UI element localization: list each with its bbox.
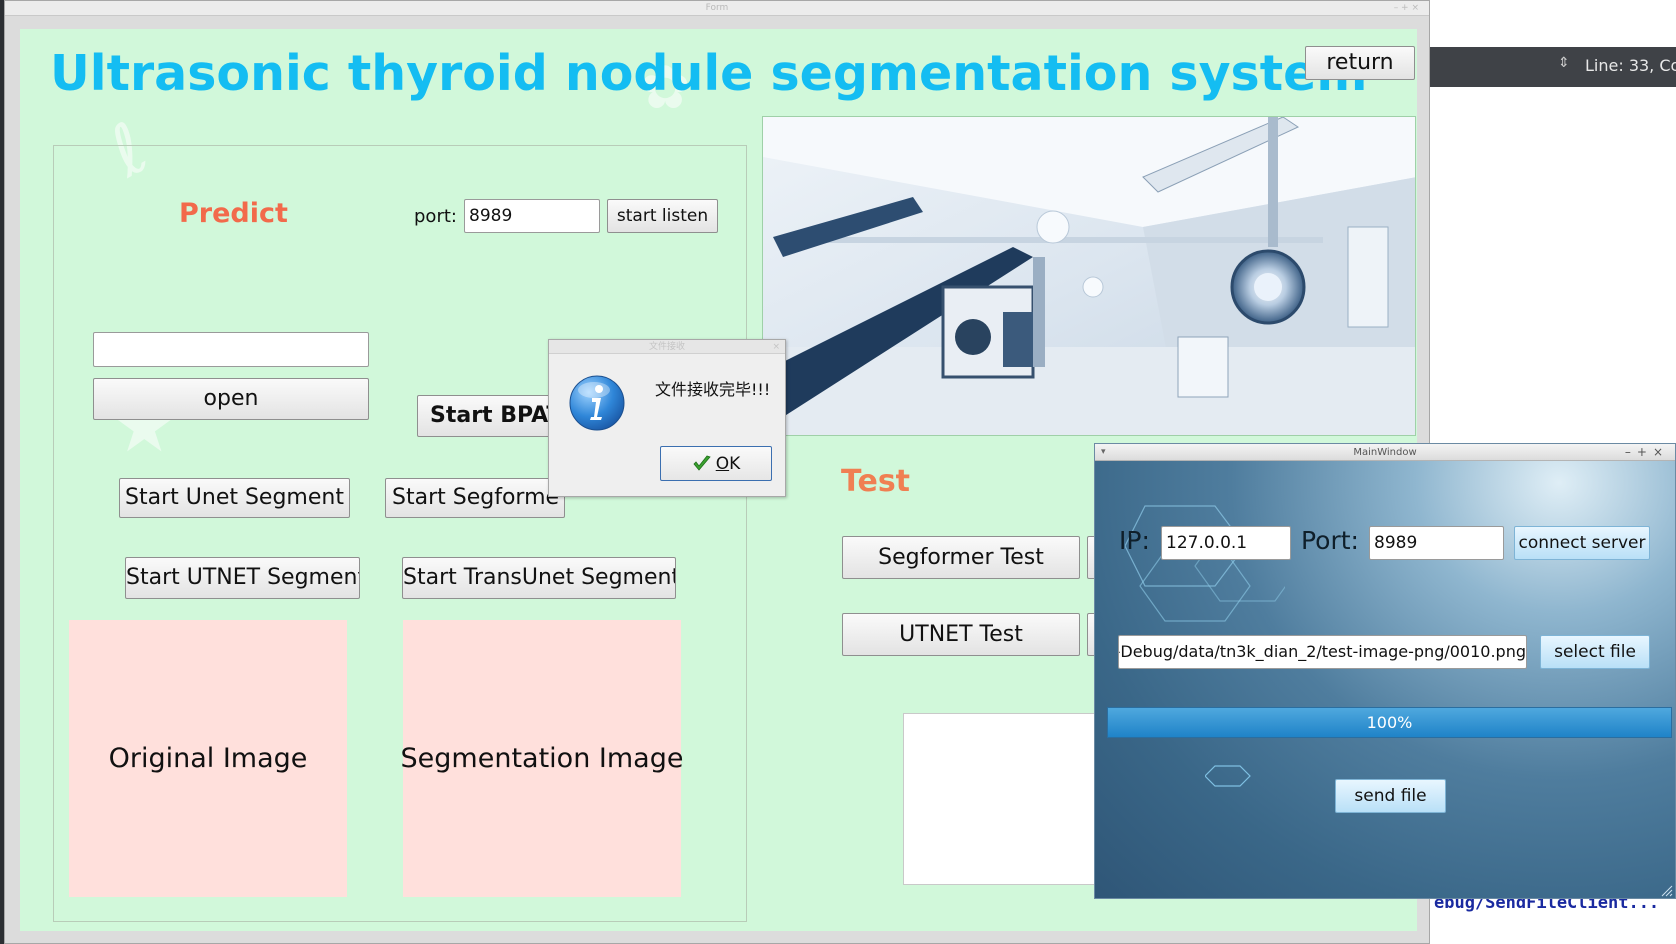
segmentation-image-label: Segmentation Image bbox=[400, 743, 684, 774]
ok-label-rest: K bbox=[729, 453, 741, 474]
open-button[interactable]: open bbox=[93, 378, 369, 420]
window-controls[interactable]: –+× bbox=[1625, 444, 1669, 461]
app-title: Ultrasonic thyroid nodule segmentation s… bbox=[50, 45, 1368, 102]
window-controls[interactable]: – + × bbox=[1394, 1, 1419, 16]
port-label: Port: bbox=[1301, 526, 1359, 555]
window-menu-icon[interactable]: ▾ bbox=[1101, 444, 1106, 461]
progress-text: 100% bbox=[1366, 713, 1413, 732]
test-image-area bbox=[903, 713, 1103, 885]
original-image-placeholder: Original Image bbox=[69, 620, 347, 897]
start-transunet-segment-button[interactable]: Start TransUnet Segment bbox=[402, 557, 676, 599]
port-input[interactable]: 8989 bbox=[464, 199, 600, 233]
return-button[interactable]: return bbox=[1305, 46, 1415, 80]
port-input[interactable]: 8989 bbox=[1369, 526, 1504, 560]
line-column-indicator: Line: 33, Co bbox=[1585, 56, 1676, 75]
info-icon bbox=[568, 374, 626, 432]
predict-panel: Predict port: 8989 start listen open Sta… bbox=[53, 145, 747, 922]
test-heading: Test bbox=[841, 464, 911, 499]
file-path-input[interactable] bbox=[93, 332, 369, 367]
ok-button[interactable]: OK bbox=[660, 446, 772, 481]
file-path-text: -Debug/data/tn3k_dian_2/test-image-png/0… bbox=[1118, 642, 1526, 661]
client-window-title: MainWindow bbox=[1353, 447, 1417, 458]
start-listen-button[interactable]: start listen bbox=[607, 199, 718, 233]
close-icon[interactable]: × bbox=[772, 340, 780, 354]
message-dialog: 文件接收 × 文件接收完毕!!! OK bbox=[548, 339, 786, 497]
form-titlebar: Form – + × bbox=[5, 1, 1429, 16]
start-unet-segment-button[interactable]: Start Unet Segment bbox=[119, 478, 350, 518]
send-file-button[interactable]: send file bbox=[1335, 779, 1446, 813]
message-text: 文件接收完毕!!! bbox=[655, 380, 771, 399]
resize-grip-icon[interactable] bbox=[1659, 883, 1673, 897]
client-body: IP: 127.0.0.1 Port: 8989 connect server … bbox=[1095, 461, 1675, 898]
segmentation-image-placeholder: Segmentation Image bbox=[400, 620, 684, 897]
checkmark-icon bbox=[693, 455, 711, 471]
ip-input[interactable]: 127.0.0.1 bbox=[1161, 526, 1291, 560]
message-titlebar: 文件接收 × bbox=[549, 340, 785, 354]
segformer-test-button[interactable]: Segformer Test bbox=[842, 536, 1080, 579]
utnet-test-button[interactable]: UTNET Test bbox=[842, 613, 1080, 656]
ok-mnemonic: O bbox=[715, 453, 730, 474]
editor-status-toolbar: ⇕ Line: 33, Co bbox=[1430, 47, 1676, 87]
client-main-window: ▾ MainWindow –+× IP: 127.0.0.1 Port: 898… bbox=[1094, 443, 1676, 899]
message-title: 文件接收 bbox=[648, 342, 685, 352]
port-label: port: bbox=[414, 206, 457, 227]
predict-heading: Predict bbox=[179, 198, 288, 229]
updown-arrows-icon[interactable]: ⇕ bbox=[1558, 55, 1570, 71]
select-file-button[interactable]: select file bbox=[1540, 635, 1650, 669]
file-path-input[interactable]: -Debug/data/tn3k_dian_2/test-image-png/0… bbox=[1118, 635, 1527, 669]
original-image-label: Original Image bbox=[108, 743, 308, 774]
ip-label: IP: bbox=[1119, 526, 1150, 555]
form-window-title: Form bbox=[705, 3, 729, 13]
operating-room-photo bbox=[762, 116, 1416, 436]
connect-server-button[interactable]: connect server bbox=[1514, 526, 1650, 560]
hexagon-decoration-icon bbox=[1205, 765, 1251, 787]
start-segformer-segment-button[interactable]: Start Segforme bbox=[385, 478, 565, 518]
client-titlebar: ▾ MainWindow –+× bbox=[1095, 444, 1675, 461]
start-utnet-segment-button[interactable]: Start UTNET Segment bbox=[125, 557, 360, 599]
upload-progress-bar: 100% bbox=[1107, 707, 1672, 738]
